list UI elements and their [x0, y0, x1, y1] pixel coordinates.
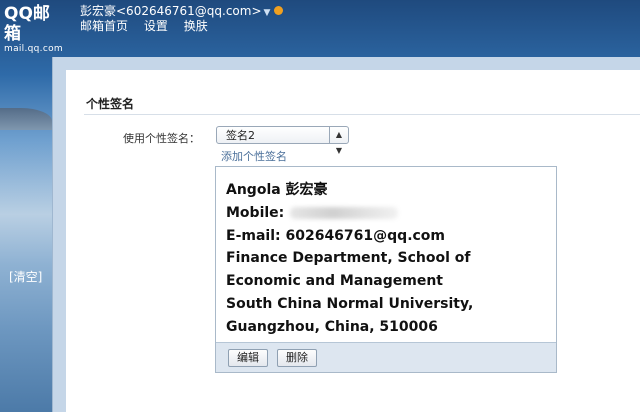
blurred-phone-number — [290, 206, 399, 219]
mobile-label: Mobile: — [226, 204, 285, 221]
signature-action-bar: 编辑 删除 — [216, 342, 556, 372]
signature-select-value: 签名2 — [226, 129, 255, 142]
nav-mail-home[interactable]: 邮箱首页 — [80, 19, 128, 33]
signature-settings: 个性签名 使用个性签名： 签名2 ▲ ▼ 添加个性签名 Angola 彭宏豪 Mo… — [66, 70, 640, 412]
logo-domain: mail.qq.com — [4, 44, 63, 54]
top-nav: 邮箱首页 设置 换肤 — [80, 19, 220, 34]
clear-link[interactable]: [清空] — [9, 268, 42, 285]
nav-settings[interactable]: 设置 — [144, 19, 168, 33]
select-arrow-icon[interactable]: ▲ ▼ — [329, 127, 348, 155]
signature-line-4: Finance Department, School of — [226, 250, 471, 267]
logo-title: QQ邮箱 — [4, 4, 50, 44]
signature-line-5: Economic and Management — [226, 273, 443, 290]
signature-text: Angola 彭宏豪 Mobile: E-mail: 602646761@qq.… — [226, 179, 473, 339]
section-title: 个性签名 — [86, 97, 135, 111]
delete-button[interactable]: 删除 — [277, 349, 317, 367]
signature-preview: Angola 彭宏豪 Mobile: E-mail: 602646761@qq.… — [215, 166, 557, 373]
signature-name-line: Angola 彭宏豪 — [226, 182, 328, 198]
section-divider — [84, 114, 640, 115]
user-display[interactable]: 彭宏豪<602646761@qq.com> — [80, 4, 262, 18]
signature-line-7: Guangzhou, China, 510006 — [226, 318, 438, 335]
signature-mobile-line: Mobile: — [226, 202, 473, 225]
signature-line-6: South China Normal University, — [226, 295, 474, 312]
add-signature-link[interactable]: 添加个性签名 — [221, 148, 287, 164]
notification-dot-icon[interactable] — [274, 6, 284, 15]
nav-change-skin[interactable]: 换肤 — [184, 19, 208, 33]
signature-select[interactable]: 签名2 ▲ ▼ — [216, 126, 349, 155]
edit-button[interactable]: 编辑 — [228, 349, 268, 367]
qq-mail-logo[interactable]: QQ邮箱 mail.qq.com — [4, 4, 66, 54]
use-signature-label: 使用个性签名： — [123, 132, 200, 145]
chevron-down-icon[interactable]: ▼ — [264, 8, 271, 18]
signature-email-line: E-mail: 602646761@qq.com — [226, 227, 446, 244]
